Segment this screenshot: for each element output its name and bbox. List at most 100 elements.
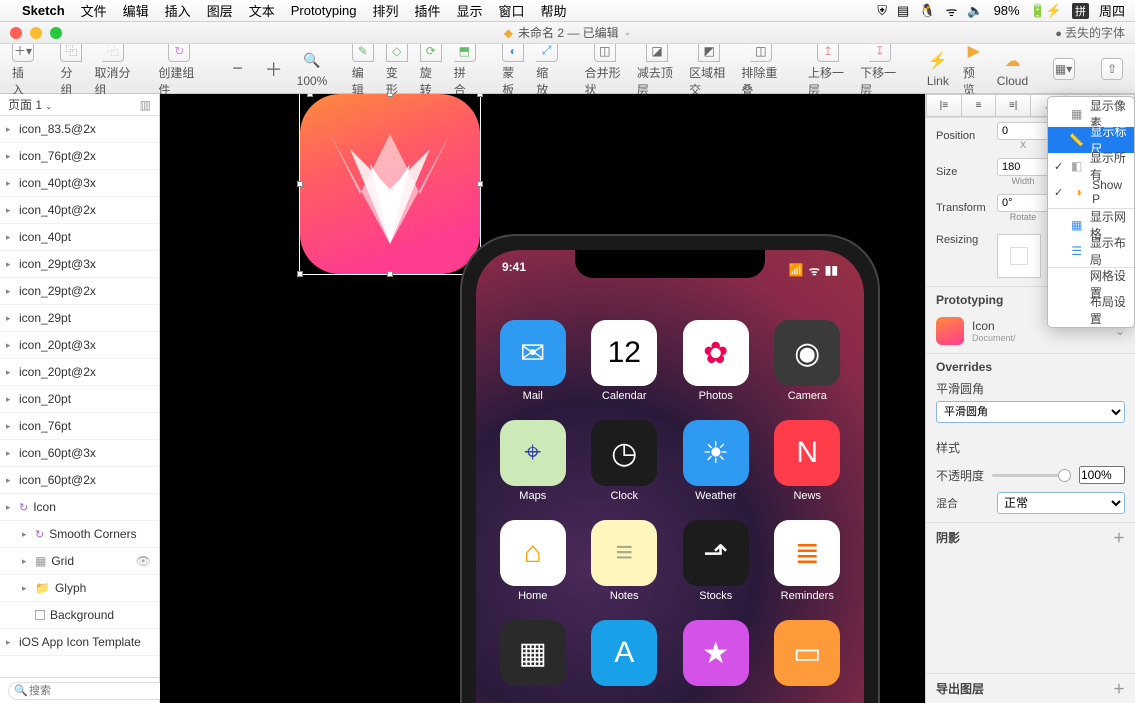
insert-button[interactable]: ＋▾插入 [6,38,40,100]
add-icon[interactable]: ＋ [1113,529,1125,546]
layer-item[interactable]: ▸↻Smooth Corners [0,521,159,548]
resize-handle[interactable] [307,94,313,97]
layer-item[interactable]: ▸icon_40pt@3x [0,170,159,197]
layer-item[interactable]: ▸↻Icon [0,494,159,521]
layer-item[interactable]: ▸icon_83.5@2x [0,116,159,143]
clock-day[interactable]: 周四 [1099,1,1125,20]
width-input[interactable] [997,158,1049,176]
resizing-widget[interactable] [997,234,1041,278]
transform-button[interactable]: ◇变形 [380,38,414,100]
zoom-button[interactable] [50,27,62,39]
zoom-out-button[interactable]: − [221,56,255,82]
menu-plugins[interactable]: 插件 [415,1,441,20]
rotate-button[interactable]: ⟳旋转 [414,38,448,100]
layer-item[interactable]: ▸▦Grid👁 [0,548,159,575]
preview-button[interactable]: ▶预览 [957,38,991,100]
layer-item[interactable]: ▸icon_29pt@3x [0,251,159,278]
shield-icon[interactable]: ⛨ [877,3,887,19]
display-icon[interactable]: ▤ [897,3,909,19]
menu-layer[interactable]: 图层 [207,1,233,20]
volume-icon[interactable]: 🔈 [967,3,983,19]
layer-item[interactable]: ▸icon_20pt@2x [0,359,159,386]
menu-file[interactable]: 文件 [81,1,107,20]
opacity-slider[interactable] [992,474,1071,477]
difference-button[interactable]: ◫排除重叠 [735,38,787,100]
flatten-button[interactable]: ⬒拼合 [448,38,482,100]
align-right-icon[interactable]: ≡| [996,94,1031,117]
layer-item[interactable]: ▸icon_60pt@2x [0,467,159,494]
menu-window[interactable]: 窗口 [499,1,525,20]
layer-item[interactable]: ▸icon_20pt [0,386,159,413]
cloud-button[interactable]: ☁Cloud [993,48,1032,90]
resize-handle[interactable] [477,181,483,187]
wifi-icon[interactable]: ᯤ [946,2,958,20]
forward-button[interactable]: ↥上移一层 [802,38,854,100]
close-button[interactable] [10,27,22,39]
menu-text[interactable]: 文本 [249,1,275,20]
title-chevron-icon[interactable]: ⌄ [624,27,632,38]
union-button[interactable]: ◫合并形状 [579,38,631,100]
menu-arrange[interactable]: 排列 [372,1,398,20]
scale-button[interactable]: ⤢缩放 [530,38,564,100]
blend-select[interactable]: 正常 [997,492,1125,514]
ungroup-button[interactable]: ⿻取消分组 [88,38,138,100]
layer-item[interactable]: ▸icon_76pt [0,413,159,440]
create-symbol-button[interactable]: ↻创建组件 [152,38,206,100]
intersect-button[interactable]: ◩区域相交 [683,38,735,100]
view-menu-item[interactable]: 布局设置 [1048,297,1134,323]
backward-button[interactable]: ↧下移一层 [854,38,906,100]
layer-search-input[interactable] [8,682,180,700]
resize-handle[interactable] [387,271,393,277]
layer-item[interactable]: ▸icon_76pt@2x [0,143,159,170]
rotate-input[interactable] [997,194,1049,212]
mask-button[interactable]: ◐蒙板 [496,38,530,100]
ime-indicator[interactable]: 拼 [1072,3,1089,19]
menu-prototyping[interactable]: Prototyping [291,3,357,18]
align-center-icon[interactable]: ≡ [962,94,997,117]
view-menu-item[interactable]: ✓◧显示所有 [1048,153,1134,179]
resize-handle[interactable] [297,271,303,277]
layer-item[interactable]: ▸icon_60pt@3x [0,440,159,467]
pages-toggle-icon[interactable]: ▥ [140,98,151,112]
layer-item[interactable]: ▸icon_40pt [0,224,159,251]
layer-item[interactable]: Background [0,602,159,629]
canvas[interactable]: 9:41 📶 ᯤ ▮▮ ✉Mail12Calendar✿Photos◉Camer… [160,94,925,703]
shadow-section[interactable]: 阴影＋ [926,522,1135,552]
resize-handle[interactable] [387,94,393,97]
zoom-level[interactable]: 🔍100% [293,48,332,90]
menu-view[interactable]: 显示 [457,1,483,20]
group-button[interactable]: ⿻分组 [54,38,88,100]
missing-fonts-warning[interactable]: ● 丢失的字体 [1055,24,1125,41]
pos-x-input[interactable] [997,122,1049,140]
layer-item[interactable]: ▸icon_40pt@2x [0,197,159,224]
export-section[interactable]: 导出图层＋ [926,673,1135,703]
menu-help[interactable]: 帮助 [541,1,567,20]
menu-insert[interactable]: 插入 [165,1,191,20]
export-button[interactable]: ⇧ [1095,56,1129,82]
qq-icon[interactable]: 🐧 [919,3,935,19]
resize-handle[interactable] [477,94,483,97]
subtract-button[interactable]: ◪减去顶层 [631,38,683,100]
layer-item[interactable]: ▸icon_20pt@3x [0,332,159,359]
zoom-in-button[interactable]: ＋ [257,56,291,82]
pages-dropdown[interactable]: 页面 1 ⌄ ▥ [0,94,159,116]
edit-button[interactable]: ✎编辑 [346,38,380,100]
app-menu[interactable]: Sketch [22,3,65,18]
layer-item[interactable]: ▸icon_29pt [0,305,159,332]
add-icon[interactable]: ＋ [1113,680,1125,697]
app-icon: ◉Camera [769,320,847,402]
view-options-button[interactable]: ▦▾ [1047,56,1081,82]
resize-handle[interactable] [297,181,303,187]
minimize-button[interactable] [30,27,42,39]
opacity-input[interactable] [1079,466,1125,484]
menu-edit[interactable]: 编辑 [123,1,149,20]
override-select[interactable]: 平滑圆角 [936,401,1125,423]
layer-item[interactable]: ▸iOS App Icon Template [0,629,159,656]
layer-list[interactable]: ▸icon_83.5@2x▸icon_76pt@2x▸icon_40pt@3x▸… [0,116,159,677]
layer-item[interactable]: ▸📁Glyph [0,575,159,602]
layer-item[interactable]: ▸icon_29pt@2x [0,278,159,305]
signal-icon: 📶 [789,263,804,277]
link-button[interactable]: ⚡Link [921,48,955,90]
view-menu-item[interactable]: ☰显示布局 [1048,238,1134,264]
align-left-icon[interactable]: |≡ [926,94,962,117]
